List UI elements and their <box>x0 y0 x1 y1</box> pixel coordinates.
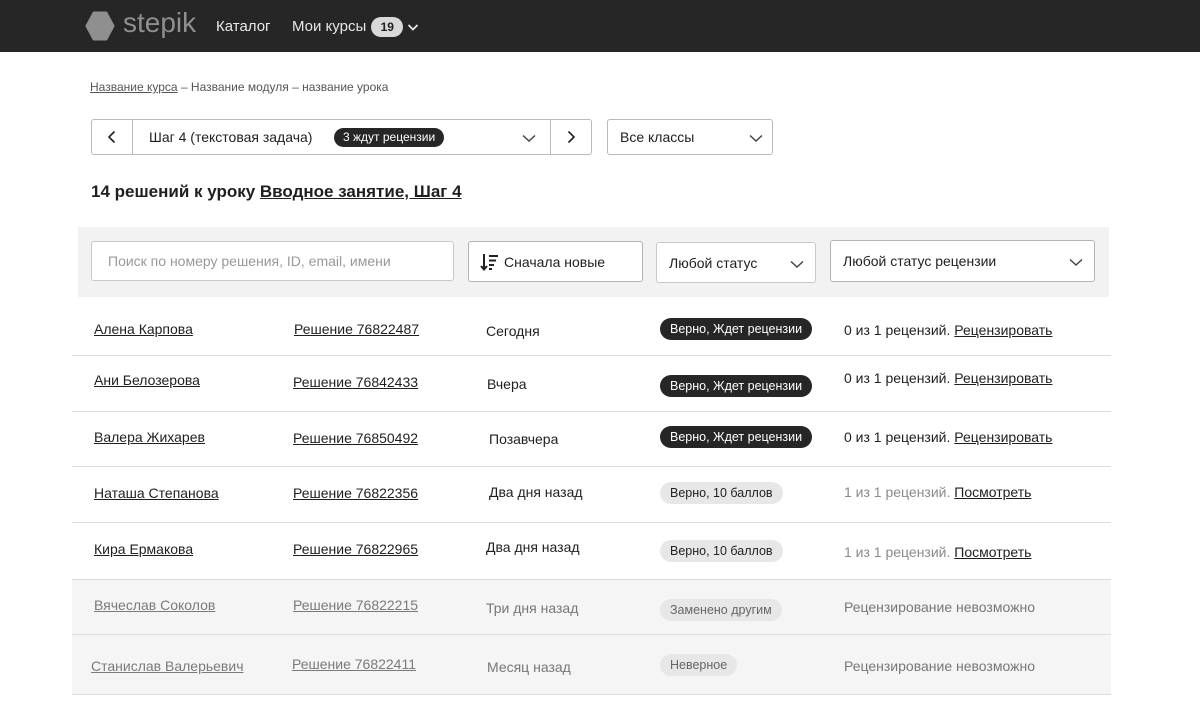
review-info: 1 из 1 рецензий. Посмотреть <box>844 544 1031 560</box>
status-badge: Верно, Ждет рецензии <box>660 318 813 340</box>
student-name-link[interactable]: Валера Жихарев <box>94 429 205 445</box>
step-title: Шаг 4 (текстовая задача) <box>149 129 313 145</box>
submission-date: Два дня назад <box>489 484 583 500</box>
filter-panel: Сначала новые Любой статус Любой статус … <box>78 227 1109 297</box>
chevron-down-icon <box>749 134 763 143</box>
solution-link[interactable]: Решение 76842433 <box>293 374 418 390</box>
breadcrumb: Название курса – Название модуля – назва… <box>90 80 388 94</box>
review-action-link[interactable]: Посмотреть <box>954 484 1031 500</box>
stepik-logo[interactable]: stepik <box>85 7 197 41</box>
review-action-link[interactable]: Рецензировать <box>954 322 1052 338</box>
status-badge: Заменено другим <box>660 599 782 621</box>
chevron-left-icon <box>107 130 116 144</box>
review-count: 1 из 1 рецензий. <box>844 484 955 500</box>
step-dropdown[interactable]: Шаг 4 (текстовая задача) 3 ждут рецензии <box>133 120 551 154</box>
solution-link[interactable]: Решение 76822356 <box>293 485 418 501</box>
nav-catalog-link[interactable]: Каталог <box>216 18 271 36</box>
chevron-down-icon <box>1069 258 1083 267</box>
sort-label: Сначала новые <box>504 253 606 270</box>
lesson-link[interactable]: Вводное занятие, Шаг 4 <box>260 182 462 201</box>
student-name-link[interactable]: Станислав Валерьевич <box>91 658 243 674</box>
page-title-prefix: 14 решений к уроку <box>91 182 260 201</box>
submission-date: Два дня назад <box>486 539 580 555</box>
status-badge: Неверное <box>660 654 738 676</box>
top-navigation-bar: stepik Каталог Мои курсы 19 <box>0 0 1200 52</box>
my-courses-label: Мои курсы <box>292 18 367 35</box>
student-name-link[interactable]: Вячеслав Соколов <box>94 597 215 613</box>
solution-link[interactable]: Решение 76850492 <box>293 430 418 446</box>
chevron-down-icon <box>790 260 804 269</box>
awaiting-review-badge: 3 ждут рецензии <box>334 128 445 147</box>
solution-link[interactable]: Решение 76822965 <box>293 541 418 557</box>
student-name-link[interactable]: Ани Белозерова <box>94 372 200 388</box>
submission-date: Месяц назад <box>487 659 571 675</box>
review-action-link[interactable]: Рецензировать <box>954 370 1052 386</box>
review-status-filter-dropdown[interactable]: Любой статус рецензии <box>830 240 1095 282</box>
student-name-link[interactable]: Алена Карпова <box>94 321 193 337</box>
chevron-right-icon <box>567 130 576 144</box>
my-courses-count-badge: 19 <box>371 17 404 37</box>
review-count: 1 из 1 рецензий. <box>844 544 955 560</box>
search-input[interactable] <box>91 241 454 281</box>
review-count: 0 из 1 рецензий. <box>844 429 955 445</box>
previous-step-button[interactable] <box>92 120 133 154</box>
student-name-link[interactable]: Кира Ермакова <box>94 541 193 557</box>
chevron-down-icon <box>522 134 536 143</box>
status-badge: Верно, 10 баллов <box>660 540 783 562</box>
review-count: 0 из 1 рецензий. <box>844 370 955 386</box>
table-row: Ани Белозерова Решение 76842433 Вчера Ве… <box>72 356 1111 412</box>
solution-link[interactable]: Решение 76822411 <box>292 656 416 672</box>
class-filter-dropdown[interactable]: Все классы <box>607 119 773 155</box>
submission-date: Вчера <box>487 376 527 392</box>
class-filter-label: Все классы <box>620 129 695 145</box>
review-info: 0 из 1 рецензий. Рецензировать <box>844 322 1052 338</box>
status-badge: Верно, Ждет рецензии <box>660 426 813 448</box>
status-filter-dropdown[interactable]: Любой статус <box>656 242 816 283</box>
review-info: Рецензирование невозможно <box>844 599 1035 615</box>
step-selector: Шаг 4 (текстовая задача) 3 ждут рецензии <box>91 119 592 155</box>
review-action-link[interactable]: Посмотреть <box>954 544 1031 560</box>
status-badge: Верно, Ждет рецензии <box>660 375 813 397</box>
student-name-link[interactable]: Наташа Степанова <box>94 485 219 501</box>
review-action-link[interactable]: Рецензировать <box>954 429 1052 445</box>
chevron-down-icon <box>408 24 419 31</box>
review-info: 1 из 1 рецензий. Посмотреть <box>844 484 1031 500</box>
review-status-filter-label: Любой статус рецензии <box>843 253 997 269</box>
nav-my-courses-menu[interactable]: Мои курсы 19 <box>292 17 420 37</box>
table-row: Кира Ермакова Решение 76822965 Два дня н… <box>72 523 1111 580</box>
breadcrumb-course-link[interactable]: Название курса <box>90 80 178 94</box>
table-row: Алена Карпова Решение 76822487 Сегодня В… <box>72 300 1111 356</box>
review-info: Рецензирование невозможно <box>844 658 1035 674</box>
submission-date: Три дня назад <box>486 600 579 616</box>
review-count: 0 из 1 рецензий. <box>844 322 955 338</box>
status-filter-label: Любой статус <box>669 255 758 271</box>
submission-date: Сегодня <box>486 323 540 339</box>
solution-link[interactable]: Решение 76822487 <box>294 321 419 337</box>
logo-text: stepik <box>123 7 197 38</box>
solution-link[interactable]: Решение 76822215 <box>293 597 418 613</box>
breadcrumb-rest: – Название модуля – название урока <box>177 80 389 94</box>
page-title: 14 решений к уроку Вводное занятие, Шаг … <box>91 182 462 202</box>
status-badge: Верно, 10 баллов <box>660 482 783 504</box>
sort-descending-icon <box>480 253 498 271</box>
stepik-logo-icon <box>85 11 115 41</box>
review-info: 0 из 1 рецензий. Рецензировать <box>844 429 1052 445</box>
table-row: Наташа Степанова Решение 76822356 Два дн… <box>72 467 1111 523</box>
table-row: Валера Жихарев Решение 76850492 Позавчер… <box>72 412 1111 467</box>
table-row: Станислав Валерьевич Решение 76822411 Ме… <box>72 635 1111 695</box>
table-row: Вячеслав Соколов Решение 76822215 Три дн… <box>72 580 1111 635</box>
submission-date: Позавчера <box>489 431 559 447</box>
next-step-button[interactable] <box>550 120 591 154</box>
review-info: 0 из 1 рецензий. Рецензировать <box>844 370 1052 386</box>
sort-button[interactable]: Сначала новые <box>468 241 643 282</box>
